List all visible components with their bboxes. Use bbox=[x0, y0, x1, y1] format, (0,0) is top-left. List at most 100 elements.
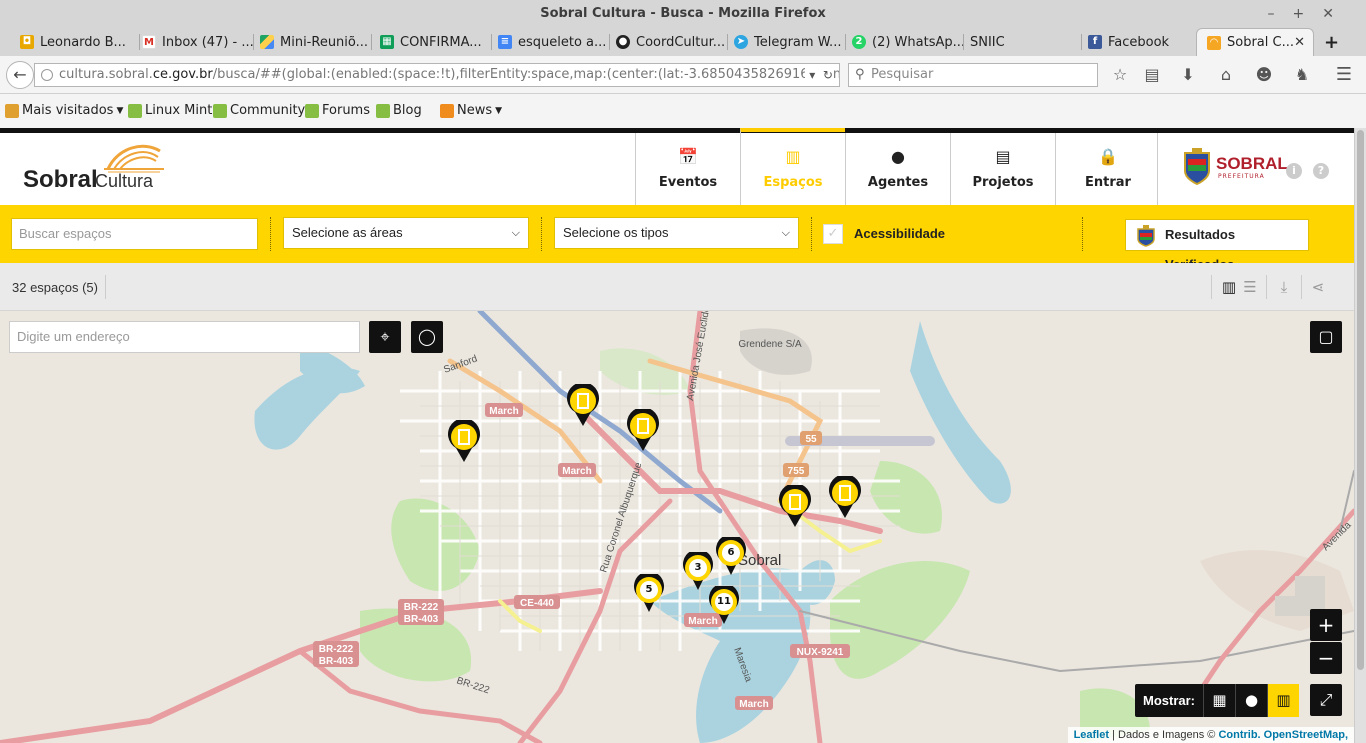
person-icon: ● bbox=[1244, 691, 1259, 709]
download-icon[interactable]: ⤓ bbox=[1275, 278, 1293, 296]
toggle-sidebar-button[interactable]: ▢ bbox=[1310, 321, 1342, 353]
bookmark-forums[interactable]: Forums bbox=[305, 103, 370, 118]
sobral-icon: ◠ bbox=[1207, 35, 1221, 50]
zoom-out-button[interactable]: − bbox=[1310, 642, 1342, 674]
chat-icon[interactable]: ☻ bbox=[1254, 65, 1274, 85]
bookmark-star-icon[interactable]: ☆ bbox=[1110, 65, 1130, 85]
page-scrollbar[interactable] bbox=[1354, 128, 1366, 743]
road-label: Avenida José Euclides Ferreira bbox=[685, 311, 720, 402]
bookmark-community[interactable]: Community bbox=[213, 103, 305, 118]
tab-sobral-cultura[interactable]: ◠ Sobral C... ✕ bbox=[1196, 28, 1314, 56]
divider bbox=[1211, 275, 1212, 299]
globe-icon bbox=[41, 69, 53, 81]
space-pin[interactable] bbox=[827, 476, 863, 520]
nav-label: Entrar bbox=[1085, 175, 1131, 190]
road-label: 755 bbox=[788, 466, 805, 477]
tab-whatsapp[interactable]: 2 (2) WhatsAp... bbox=[852, 28, 964, 56]
mint-icon bbox=[213, 103, 227, 118]
search-bar[interactable]: ⚲ Pesquisar bbox=[848, 63, 1098, 87]
road-label: BR-403 bbox=[404, 614, 439, 625]
tab-esqueleto[interactable]: ≡ esqueleto a... bbox=[498, 28, 610, 56]
road-label: March bbox=[562, 466, 591, 477]
tab-sniic[interactable]: SNIIC bbox=[970, 28, 1082, 56]
download-icon[interactable]: ⬇ bbox=[1178, 65, 1198, 85]
menu-icon[interactable]: ☰ bbox=[1334, 65, 1354, 85]
nav-entrar[interactable]: 🔒 Entrar bbox=[1055, 133, 1160, 205]
building-icon: ▥ bbox=[785, 147, 801, 166]
osm-link[interactable]: Contrib. OpenStreetMap, bbox=[1218, 729, 1348, 741]
accessibility-label[interactable]: Acessibilidade bbox=[854, 226, 945, 241]
road-label: 55 bbox=[805, 434, 817, 445]
folder-icon bbox=[5, 103, 19, 118]
map-area[interactable]: March March CE-440 BR-222 BR-403 BR-222 BR… bbox=[0, 311, 1354, 743]
list-view-icon[interactable]: ☰ bbox=[1241, 278, 1259, 296]
nav-espacos[interactable]: ▥ Espaços bbox=[740, 128, 845, 211]
tab-facebook[interactable]: f Facebook bbox=[1088, 28, 1192, 56]
rss-icon bbox=[440, 103, 454, 118]
window-controls[interactable]: –+✕ bbox=[1268, 0, 1352, 28]
map-view-icon[interactable]: ▥ bbox=[1220, 278, 1238, 296]
fullscreen-button[interactable]: ⤢ bbox=[1310, 684, 1342, 716]
bookmarks-bar: Mais visitados ▼ Linux Mint Community For… bbox=[0, 94, 1366, 128]
scrollbar-thumb[interactable] bbox=[1357, 130, 1364, 670]
share-icon[interactable]: ⋖ bbox=[1309, 278, 1327, 296]
place-label: Grendene S/A bbox=[738, 339, 802, 350]
home-icon[interactable]: ⌂ bbox=[1216, 65, 1236, 85]
chevron-down-icon: ▼ bbox=[495, 105, 503, 116]
cluster-marker[interactable]: 6 bbox=[713, 537, 749, 577]
tab-telegram[interactable]: ➤ Telegram W... bbox=[734, 28, 846, 56]
road-label: CE-440 bbox=[520, 598, 554, 609]
space-pin[interactable] bbox=[777, 485, 813, 529]
areas-select-label: Selecione as áreas bbox=[292, 225, 403, 240]
bookmark-label: Community bbox=[230, 103, 306, 118]
back-button[interactable]: ← bbox=[6, 61, 34, 89]
close-tab-icon[interactable]: ✕ bbox=[1294, 35, 1305, 50]
show-agents-toggle[interactable]: ● bbox=[1235, 684, 1267, 717]
bookmark-linux-mint[interactable]: Linux Mint bbox=[128, 103, 212, 118]
addon-icon[interactable]: ♞ bbox=[1292, 65, 1312, 85]
show-events-toggle[interactable]: ▦ bbox=[1203, 684, 1235, 717]
tab-leonardo[interactable]: ◘ Leonardo B... bbox=[20, 28, 140, 56]
verified-results-button[interactable]: Resultados Verificados bbox=[1125, 219, 1309, 272]
cluster-marker[interactable]: 11 bbox=[706, 586, 742, 626]
tab-coordcultura[interactable]: ● CoordCultur... bbox=[616, 28, 728, 56]
leaflet-link[interactable]: Leaflet bbox=[1074, 729, 1109, 741]
draw-circle-button[interactable]: ◯ bbox=[411, 321, 443, 353]
search-icon: ⚲ bbox=[855, 67, 865, 82]
reading-list-icon[interactable]: ▤ bbox=[1142, 65, 1162, 85]
tab-mini-reuniao[interactable]: Mini-Reuniõ... bbox=[260, 28, 372, 56]
url-domain: ce.gov.br bbox=[152, 67, 213, 82]
address-input[interactable]: Digite um endereço bbox=[9, 321, 360, 353]
types-select[interactable]: Selecione os tipos ⌵ bbox=[554, 217, 799, 249]
tab-inbox[interactable]: M Inbox (47) - ... bbox=[142, 28, 254, 56]
bookmark-blog[interactable]: Blog bbox=[376, 103, 422, 118]
person-icon: ● bbox=[891, 147, 905, 166]
zoom-in-button[interactable]: + bbox=[1310, 609, 1342, 641]
prefeitura-name[interactable]: SOBRAL bbox=[1216, 155, 1288, 173]
road-label: BR-222 bbox=[319, 644, 354, 655]
new-tab-button[interactable]: + bbox=[1324, 28, 1344, 56]
bookmark-mais-visitados[interactable]: Mais visitados ▼ bbox=[5, 103, 123, 118]
search-spaces-input[interactable]: Buscar espaços bbox=[11, 218, 258, 250]
tab-label: SNIIC bbox=[970, 34, 1005, 50]
tab-label: Telegram W... bbox=[754, 34, 842, 50]
search-placeholder: Buscar espaços bbox=[19, 226, 112, 241]
tab-confirma[interactable]: ▦ CONFIRMA... bbox=[380, 28, 492, 56]
nav-agentes[interactable]: ● Agentes bbox=[845, 133, 950, 205]
space-pin[interactable] bbox=[565, 384, 601, 428]
info-icon[interactable]: i bbox=[1286, 163, 1302, 179]
nav-projetos[interactable]: ▤ Projetos bbox=[950, 133, 1055, 205]
locate-me-button[interactable]: ⌖ bbox=[369, 321, 401, 353]
cluster-marker[interactable]: 5 bbox=[631, 574, 667, 614]
url-controls[interactable]: ▾ ↻ bbox=[805, 64, 833, 86]
url-bar[interactable]: cultura.sobral.ce.gov.br/busca/##(global… bbox=[34, 63, 840, 87]
space-pin[interactable] bbox=[446, 420, 482, 464]
accessibility-checkbox[interactable]: ✓ bbox=[823, 224, 843, 244]
help-icon[interactable]: ? bbox=[1313, 163, 1329, 179]
bookmark-news[interactable]: News ▼ bbox=[440, 103, 502, 118]
show-spaces-toggle[interactable]: ▥ bbox=[1267, 684, 1300, 717]
nav-eventos[interactable]: 📅 Eventos bbox=[635, 133, 740, 205]
space-pin[interactable] bbox=[625, 409, 661, 453]
areas-select[interactable]: Selecione as áreas ⌵ bbox=[283, 217, 529, 249]
docs-icon: ≡ bbox=[498, 35, 512, 49]
